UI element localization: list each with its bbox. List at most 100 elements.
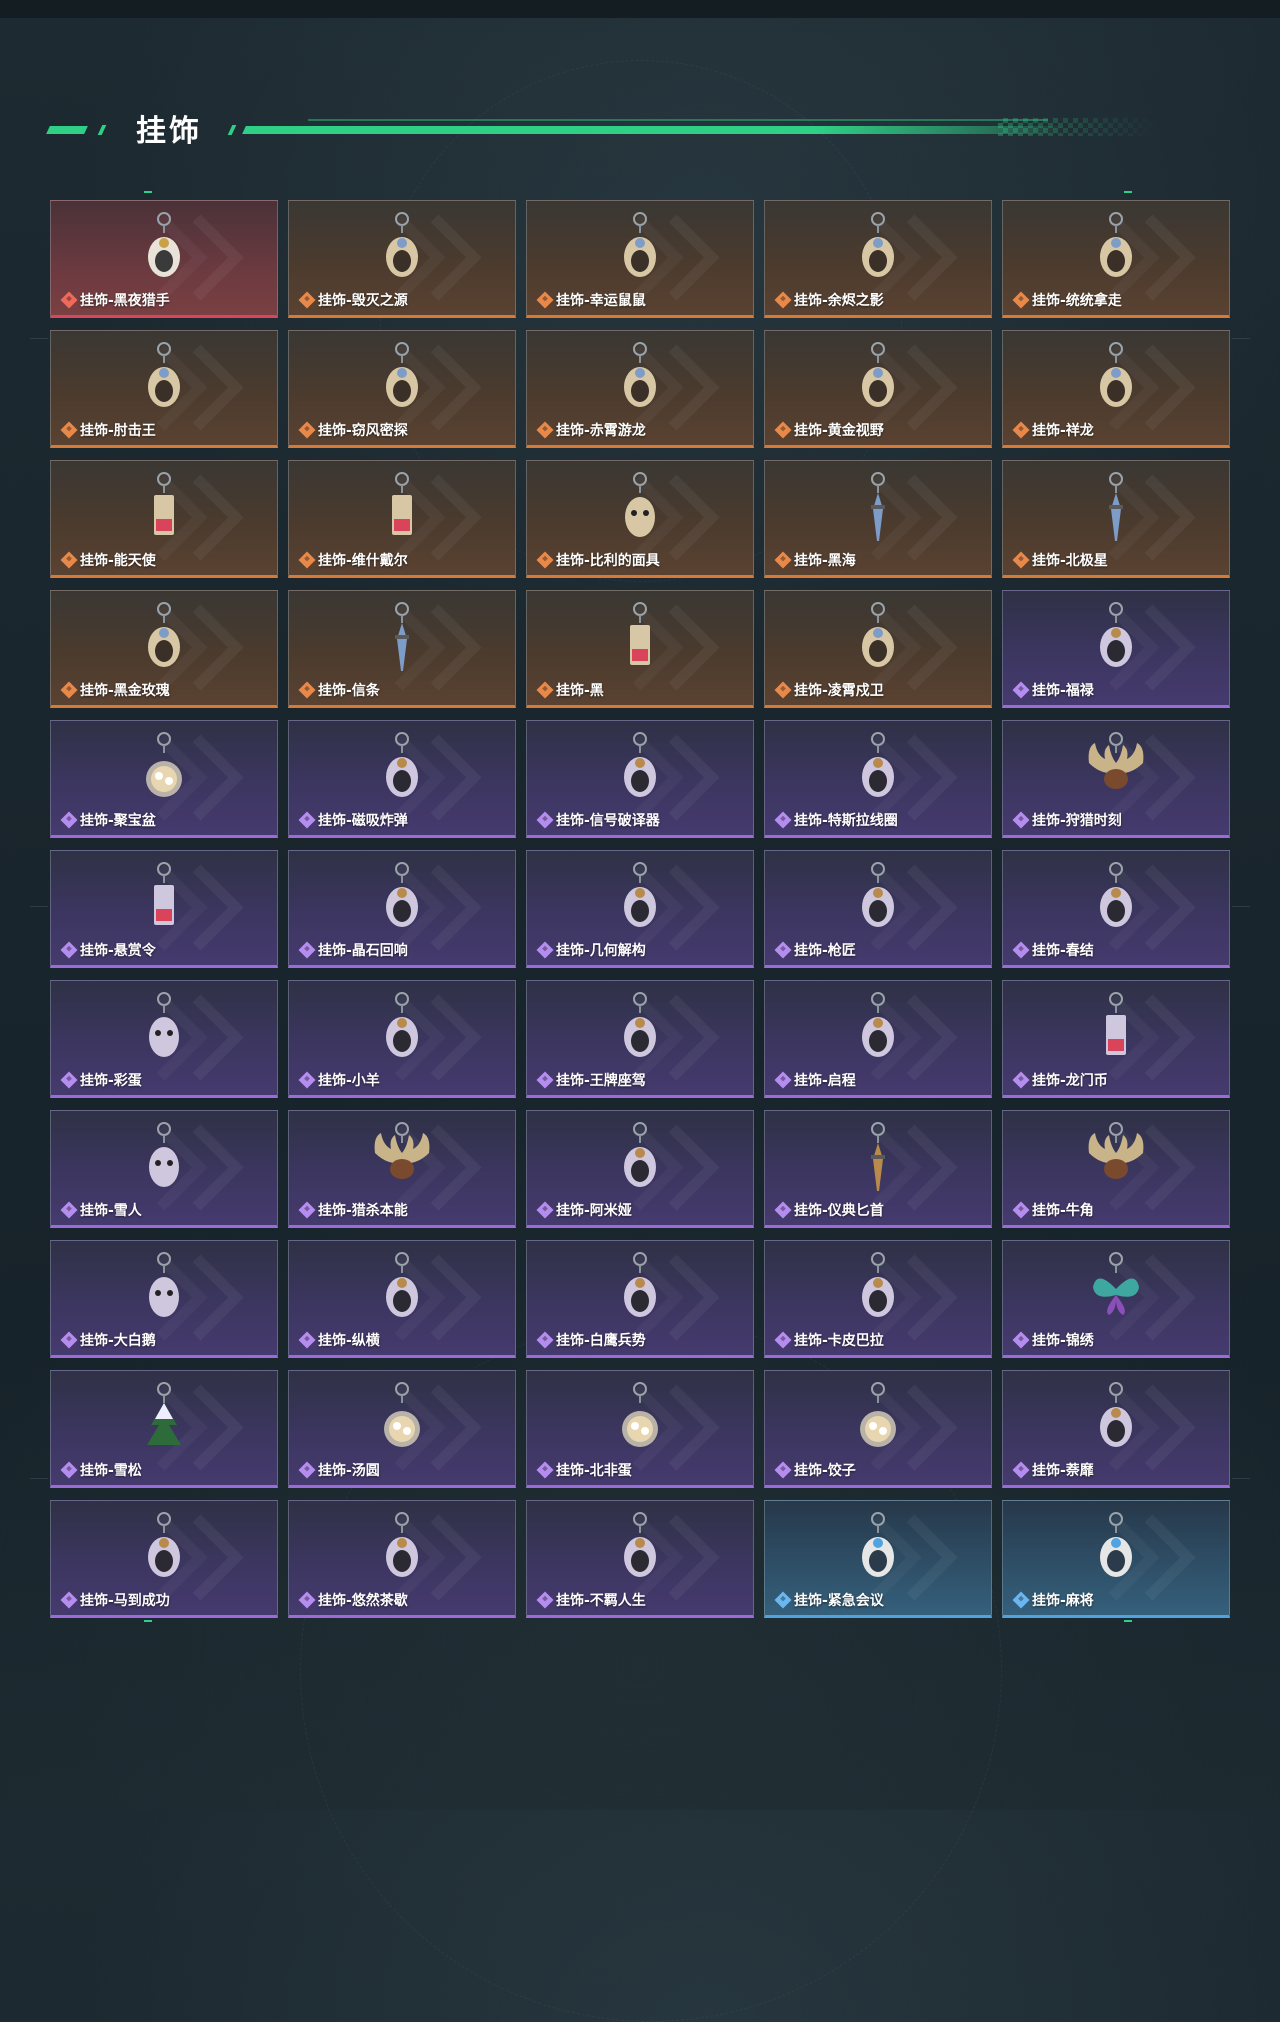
charm-card[interactable]: 挂饰-小羊: [288, 980, 516, 1098]
rarity-diamond-icon: [536, 1201, 554, 1219]
rarity-diamond-icon: [536, 1071, 554, 1089]
charm-card[interactable]: 挂饰-信号破译器: [526, 720, 754, 838]
charm-card[interactable]: 挂饰-赤霄游龙: [526, 330, 754, 448]
charm-name: 挂饰-北非蛋: [556, 1463, 632, 1479]
charm-card[interactable]: 挂饰-几何解构: [526, 850, 754, 968]
rarity-diamond-icon: [60, 1591, 78, 1609]
rarity-diamond-icon: [774, 421, 792, 439]
charm-card[interactable]: 挂饰-王牌座驾: [526, 980, 754, 1098]
charm-card[interactable]: 挂饰-牛角: [1002, 1110, 1230, 1228]
header-accent-tick: [227, 125, 237, 135]
charm-card[interactable]: 挂饰-黑: [526, 590, 754, 708]
charm-card[interactable]: 挂饰-磁吸炸弹: [288, 720, 516, 838]
charm-card[interactable]: 挂饰-雪人: [50, 1110, 278, 1228]
charm-card[interactable]: 挂饰-黑海: [764, 460, 992, 578]
charm-card[interactable]: 挂饰-龙门币: [1002, 980, 1230, 1098]
charm-card[interactable]: 挂饰-毁灭之源: [288, 200, 516, 318]
charm-card[interactable]: 挂饰-祥龙: [1002, 330, 1230, 448]
charm-card[interactable]: 挂饰-维什戴尔: [288, 460, 516, 578]
rarity-diamond-icon: [774, 551, 792, 569]
charm-name: 挂饰-猎杀本能: [318, 1203, 408, 1219]
charm-card[interactable]: 挂饰-悠然茶歇: [288, 1500, 516, 1618]
charm-card[interactable]: 挂饰-麻将: [1002, 1500, 1230, 1618]
cupcake-charm-icon: [367, 1509, 437, 1587]
charm-card[interactable]: 挂饰-特斯拉线圈: [764, 720, 992, 838]
charm-card[interactable]: 挂饰-聚宝盆: [50, 720, 278, 838]
rarity-diamond-icon: [1012, 1591, 1030, 1609]
charm-card[interactable]: 挂饰-锦绣: [1002, 1240, 1230, 1358]
charm-card[interactable]: 挂饰-窃风密探: [288, 330, 516, 448]
charm-card[interactable]: 挂饰-仪典匕首: [764, 1110, 992, 1228]
charm-card[interactable]: 挂饰-饺子: [764, 1370, 992, 1488]
charm-card[interactable]: 挂饰-肘击王: [50, 330, 278, 448]
section-header: 挂饰: [46, 112, 1198, 152]
charm-name: 挂饰-赤霄游龙: [556, 423, 646, 439]
charm-card[interactable]: 挂饰-黑夜猎手: [50, 200, 278, 318]
charm-name: 挂饰-纵横: [318, 1333, 380, 1349]
bomb-charm-icon: [367, 729, 437, 807]
charm-card[interactable]: 挂饰-雪松: [50, 1370, 278, 1488]
charm-label: 挂饰-北极星: [1012, 550, 1108, 570]
rarity-diamond-icon: [774, 1591, 792, 1609]
charm-card[interactable]: 挂饰-萘靡: [1002, 1370, 1230, 1488]
charm-label: 挂饰-白鹰兵势: [536, 1330, 646, 1350]
charm-label: 挂饰-几何解构: [536, 940, 646, 960]
charm-card[interactable]: 挂饰-彩蛋: [50, 980, 278, 1098]
mask-charm-icon: [605, 469, 675, 547]
charm-card[interactable]: 挂饰-悬赏令: [50, 850, 278, 968]
charm-card[interactable]: 挂饰-汤圆: [288, 1370, 516, 1488]
rarity-diamond-icon: [60, 1071, 78, 1089]
charm-label: 挂饰-王牌座驾: [536, 1070, 646, 1090]
charm-card[interactable]: 挂饰-凌霄戍卫: [764, 590, 992, 708]
charm-card[interactable]: 挂饰-马到成功: [50, 1500, 278, 1618]
charm-label: 挂饰-黑夜猎手: [60, 290, 170, 310]
charm-card[interactable]: 挂饰-紧急会议: [764, 1500, 992, 1618]
grid-corner-mark: [1124, 191, 1132, 193]
charm-card[interactable]: 挂饰-能天使: [50, 460, 278, 578]
charm-card[interactable]: 挂饰-信条: [288, 590, 516, 708]
rarity-diamond-icon: [298, 811, 316, 829]
charm-card[interactable]: 挂饰-春结: [1002, 850, 1230, 968]
charm-label: 挂饰-萘靡: [1012, 1460, 1094, 1480]
charm-label: 挂饰-维什戴尔: [298, 550, 408, 570]
charm-label: 挂饰-启程: [774, 1070, 856, 1090]
charm-card[interactable]: 挂饰-启程: [764, 980, 992, 1098]
charm-name: 挂饰-窃风密探: [318, 423, 408, 439]
charm-card[interactable]: 挂饰-北极星: [1002, 460, 1230, 578]
charm-card[interactable]: 挂饰-晶石回响: [288, 850, 516, 968]
charm-card[interactable]: 挂饰-北非蛋: [526, 1370, 754, 1488]
charm-card[interactable]: 挂饰-猎杀本能: [288, 1110, 516, 1228]
charm-card[interactable]: 挂饰-比利的面具: [526, 460, 754, 578]
charm-card[interactable]: 挂饰-狩猎时刻: [1002, 720, 1230, 838]
charm-card[interactable]: 挂饰-福禄: [1002, 590, 1230, 708]
rarity-diamond-icon: [298, 1201, 316, 1219]
charm-name: 挂饰-特斯拉线圈: [794, 813, 898, 829]
snowman-charm-icon: [129, 1119, 199, 1197]
charm-card[interactable]: 挂饰-大白鹅: [50, 1240, 278, 1358]
charm-name: 挂饰-小羊: [318, 1073, 380, 1089]
charm-card[interactable]: 挂饰-幸运鼠鼠: [526, 200, 754, 318]
charm-name: 挂饰-麻将: [1032, 1593, 1094, 1609]
charm-card[interactable]: 挂饰-白鹰兵势: [526, 1240, 754, 1358]
charm-card[interactable]: 挂饰-黄金视野: [764, 330, 992, 448]
charm-label: 挂饰-特斯拉线圈: [774, 810, 898, 830]
rarity-diamond-icon: [60, 551, 78, 569]
charm-label: 挂饰-毁灭之源: [298, 290, 408, 310]
charm-card[interactable]: 挂饰-阿米娅: [526, 1110, 754, 1228]
warrior-charm-icon: [843, 209, 913, 287]
charm-card[interactable]: 挂饰-余烬之影: [764, 200, 992, 318]
charm-label: 挂饰-磁吸炸弹: [298, 810, 408, 830]
charm-name: 挂饰-聚宝盆: [80, 813, 156, 829]
rarity-diamond-icon: [774, 1201, 792, 1219]
charm-card[interactable]: 挂饰-黑金玫瑰: [50, 590, 278, 708]
dagger-charm-icon: [843, 1119, 913, 1197]
rarity-diamond-icon: [1012, 291, 1030, 309]
charm-card[interactable]: 挂饰-统统拿走: [1002, 200, 1230, 318]
charm-card[interactable]: 挂饰-卡皮巴拉: [764, 1240, 992, 1358]
charm-card[interactable]: 挂饰-不羁人生: [526, 1500, 754, 1618]
rarity-diamond-icon: [536, 421, 554, 439]
charm-card[interactable]: 挂饰-纵横: [288, 1240, 516, 1358]
charm-card[interactable]: 挂饰-枪匠: [764, 850, 992, 968]
rarity-diamond-icon: [774, 291, 792, 309]
charm-label: 挂饰-祥龙: [1012, 420, 1094, 440]
